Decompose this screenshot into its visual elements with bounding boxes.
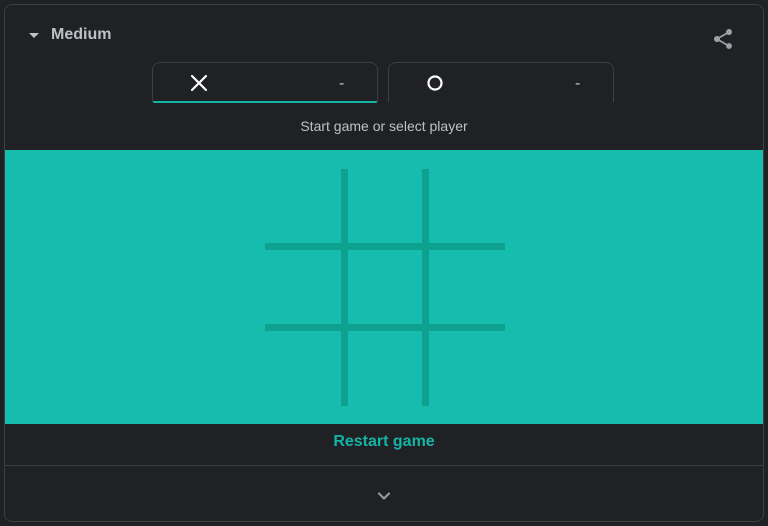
board-cell-9[interactable] xyxy=(429,330,507,408)
game-header: Medium xyxy=(5,5,763,65)
player-o-tab[interactable]: - xyxy=(388,62,614,102)
board-cell-7[interactable] xyxy=(265,330,343,408)
player-selector: - - xyxy=(152,62,614,103)
grid-line-horizontal-1 xyxy=(265,243,505,250)
grid-line-vertical-1 xyxy=(341,169,348,406)
restart-game-button[interactable]: Restart game xyxy=(5,433,763,451)
o-mark-icon xyxy=(427,75,443,91)
board-cell-3[interactable] xyxy=(429,166,507,244)
difficulty-label: Medium xyxy=(51,26,112,43)
board-cell-1[interactable] xyxy=(265,166,343,244)
grid-line-vertical-2 xyxy=(422,169,429,406)
board-area xyxy=(5,150,763,424)
board-cell-4[interactable] xyxy=(265,248,343,326)
divider xyxy=(5,465,763,466)
x-mark-icon xyxy=(190,74,208,92)
player-x-tab[interactable]: - xyxy=(152,62,378,103)
game-board xyxy=(265,166,505,406)
player-x-score: - xyxy=(339,75,345,92)
share-icon[interactable] xyxy=(711,27,735,51)
caret-down-icon xyxy=(29,32,39,38)
board-cell-8[interactable] xyxy=(347,330,425,408)
board-cell-2[interactable] xyxy=(347,166,425,244)
chevron-down-icon[interactable] xyxy=(374,486,394,506)
game-card: Medium - - Start game or select player R… xyxy=(4,4,764,522)
board-cell-6[interactable] xyxy=(429,248,507,326)
difficulty-dropdown[interactable]: Medium xyxy=(29,23,111,47)
board-cell-5[interactable] xyxy=(347,248,425,326)
grid-line-horizontal-2 xyxy=(265,324,505,331)
player-o-score: - xyxy=(575,75,581,92)
game-status: Start game or select player xyxy=(300,118,468,134)
